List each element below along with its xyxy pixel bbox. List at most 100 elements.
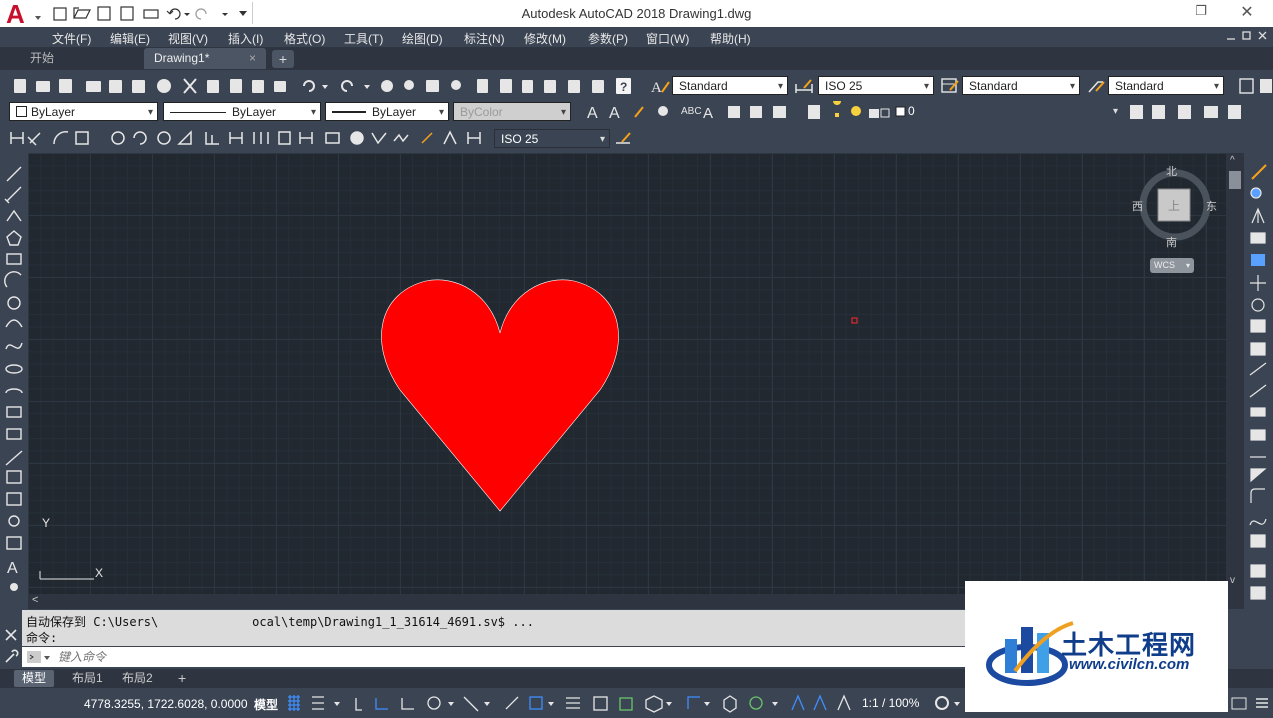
- menu-draw[interactable]: 绘图(D): [402, 30, 443, 47]
- new-tab-button[interactable]: +: [272, 50, 294, 68]
- menu-dimension[interactable]: 标注(N): [464, 30, 505, 47]
- tab-layout1[interactable]: 布局1: [64, 670, 111, 687]
- coordinate-readout[interactable]: 4778.3255, 1722.6028, 0.0000: [84, 697, 248, 711]
- 3d-object-snap-icon: [645, 695, 663, 713]
- viewcube-top-label[interactable]: 上: [1168, 197, 1180, 214]
- erase-icon: [1251, 164, 1267, 180]
- window-title: Autodesk AutoCAD 2018 Drawing1.dwg: [521, 6, 752, 21]
- customization-button[interactable]: [1228, 693, 1272, 713]
- menu-window[interactable]: 窗口(W): [646, 30, 689, 47]
- selection-cycling-icon: [619, 697, 633, 711]
- dimension-toolbar[interactable]: [6, 127, 490, 149]
- compass-south[interactable]: 南: [1166, 234, 1177, 250]
- close-window-button[interactable]: ✕: [1238, 2, 1256, 21]
- compass-east[interactable]: 东: [1206, 198, 1217, 214]
- layer-dropdown[interactable]: 0 ▾: [908, 102, 1122, 121]
- compass-north[interactable]: 北: [1166, 163, 1177, 179]
- draw-toolbar[interactable]: A: [0, 153, 28, 594]
- customize-wrench-icon: [5, 649, 19, 663]
- spell-check-icon: ABC: [681, 106, 702, 117]
- compass-west[interactable]: 西: [1132, 198, 1143, 214]
- scroll-down-icon[interactable]: v: [1230, 575, 1235, 586]
- restore-window-button[interactable]: ❐: [1192, 3, 1210, 21]
- viewcube[interactable]: 北 南 东 西 上: [1130, 163, 1220, 253]
- linetype-control-dropdown[interactable]: ByLayer ▾: [163, 102, 321, 121]
- menu-file[interactable]: 文件(F): [52, 30, 91, 47]
- command-history-line: 自动保存到 C:\Users\ ocal\temp\Drawing1_1_316…: [26, 615, 534, 629]
- command-history-line: 命令:: [26, 631, 58, 645]
- save-icon: [59, 79, 72, 93]
- dimension-update-icon: [467, 132, 481, 144]
- fillet-icon: [1250, 488, 1265, 503]
- paste-icon: [230, 79, 242, 93]
- scroll-up-icon[interactable]: ^: [1230, 155, 1235, 166]
- object-snap-icon: [529, 696, 543, 710]
- menu-parametric[interactable]: 参数(P): [588, 30, 628, 47]
- watermark-url: www.civilcn.com: [1069, 656, 1190, 673]
- menu-view[interactable]: 视图(V): [168, 30, 208, 47]
- sheet-set-icon: [544, 80, 556, 93]
- 3d-print-icon: [157, 79, 171, 93]
- status-toggles[interactable]: [284, 692, 854, 714]
- multileader-style-icon[interactable]: [1086, 76, 1106, 96]
- annotation-scale-readout[interactable]: 1:1 / 100%: [862, 696, 919, 710]
- text-style-dropdown[interactable]: Standard ▾: [672, 76, 788, 95]
- table-style-icon[interactable]: [940, 76, 960, 96]
- tab-model[interactable]: 模型: [14, 670, 55, 687]
- layer-state-icons[interactable]: [806, 97, 906, 123]
- lineweight-control-dropdown[interactable]: ByLayer ▾: [325, 102, 449, 121]
- menu-edit[interactable]: 编辑(E): [110, 30, 150, 47]
- ortho-icon: [375, 698, 388, 710]
- menu-help[interactable]: 帮助(H): [710, 30, 751, 47]
- layer-tools[interactable]: [1124, 101, 1273, 123]
- wcs-menu-button[interactable]: WCS ▾: [1150, 258, 1194, 273]
- menu-modify[interactable]: 修改(M): [524, 30, 566, 47]
- layer-freeze-icon: [1178, 105, 1191, 119]
- table-style-dropdown[interactable]: Standard ▾: [962, 76, 1080, 95]
- blend-curves-icon: [1249, 518, 1267, 526]
- scroll-left-icon[interactable]: <: [32, 594, 38, 606]
- menu-tools[interactable]: 工具(T): [344, 30, 383, 47]
- dim-style-value: ISO 25: [825, 79, 863, 93]
- workspace-toolbar-icons[interactable]: [1232, 76, 1273, 96]
- lineweight-icon: [566, 697, 580, 709]
- text-style-icon[interactable]: A: [650, 76, 670, 96]
- dimension-style-manager-icon[interactable]: [614, 129, 634, 149]
- command-input-row[interactable]: [22, 647, 965, 667]
- chevron-down-icon: ▾: [1112, 106, 1118, 117]
- find-text-icon: [658, 106, 668, 116]
- tab-close-icon[interactable]: ×: [249, 48, 256, 69]
- text-toolbar[interactable]: A A ABC A: [583, 101, 798, 123]
- vertical-scroll-thumb[interactable]: [1229, 171, 1241, 189]
- layer-thaw-sun-icon: [851, 106, 861, 116]
- command-input[interactable]: [56, 648, 940, 666]
- polar-tracking-icon: [427, 696, 441, 710]
- multileader-style-dropdown[interactable]: Standard ▾: [1108, 76, 1224, 95]
- spline-icon: [5, 342, 23, 350]
- chevron-down-icon: ▾: [438, 107, 444, 118]
- tab-start[interactable]: 开始: [20, 48, 140, 69]
- tab-drawing1[interactable]: Drawing1* ×: [144, 48, 266, 69]
- cut-icon: [183, 78, 197, 94]
- document-window-controls[interactable]: [1224, 28, 1270, 44]
- dimension-style-icon[interactable]: [794, 76, 814, 96]
- add-layout-button[interactable]: +: [170, 670, 194, 687]
- dim-style-dropdown[interactable]: ISO 25 ▾: [818, 76, 934, 95]
- hatch-icon: [6, 470, 22, 484]
- modify-toolbar[interactable]: [1244, 153, 1273, 609]
- vertical-scrollbar[interactable]: ^ v: [1226, 153, 1244, 594]
- menu-insert[interactable]: 插入(I): [228, 30, 263, 47]
- standard-toolbar[interactable]: ?: [4, 75, 644, 97]
- workspace-settings-button[interactable]: [928, 693, 964, 713]
- menu-format[interactable]: 格式(O): [284, 30, 325, 47]
- drawing-canvas[interactable]: Y X 北 南 东 西 上 WCS ▾: [28, 153, 1226, 594]
- model-space-button[interactable]: 模型: [254, 696, 278, 713]
- dimension-text-edit-icon: [443, 130, 457, 145]
- layer-plot-icon: [880, 108, 890, 118]
- layer-value: 0: [908, 104, 915, 118]
- jogged-icon: [133, 131, 147, 145]
- tool-palettes-icon: [522, 80, 533, 93]
- tab-layout2[interactable]: 布局2: [114, 670, 161, 687]
- dimension-style-control[interactable]: ISO 25 ▾: [494, 129, 610, 148]
- color-control-dropdown[interactable]: ByLayer ▾: [9, 102, 158, 121]
